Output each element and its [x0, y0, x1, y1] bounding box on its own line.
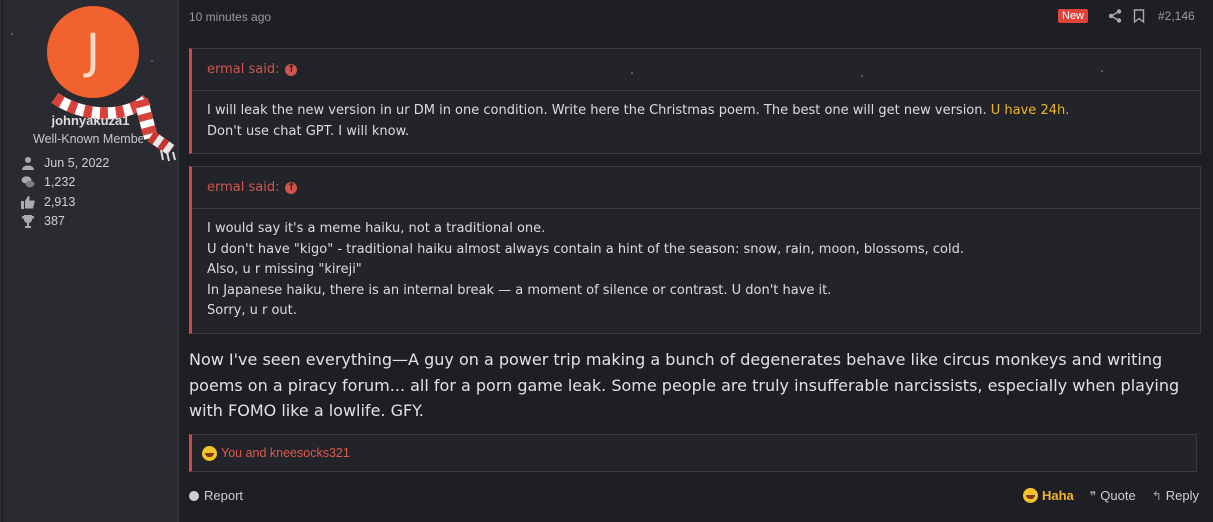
- arrow-up-icon[interactable]: ↑: [285, 181, 298, 194]
- report-icon: [189, 490, 199, 501]
- quote-label: Quote: [1100, 488, 1136, 503]
- reply-label: Reply: [1165, 488, 1199, 503]
- quote-line: In Japanese haiku, there is an internal …: [207, 282, 832, 298]
- quote-header[interactable]: ermal said: ↑: [192, 167, 1200, 209]
- snow-dot: [1101, 70, 1103, 72]
- post-main: 10 minutes ago New #2,146 ermal said: ↑ …: [178, 0, 1213, 522]
- messages-count: 1,232: [44, 175, 76, 189]
- quote-text: I will leak the new version in ur DM in …: [207, 103, 991, 118]
- reply-button[interactable]: ↰ Reply: [1152, 488, 1199, 503]
- stat-joined: Jun 5, 2022: [21, 154, 109, 172]
- quote-body: I will leak the new version in ur DM in …: [192, 91, 1200, 150]
- quote-line: I will leak the new version in ur DM in …: [207, 101, 1185, 122]
- points-count: 387: [44, 214, 65, 228]
- quote-author[interactable]: ermal said:: [207, 180, 279, 195]
- new-badge: New: [1058, 9, 1089, 23]
- haha-label: Haha: [1042, 488, 1074, 503]
- joined-date: Jun 5, 2022: [44, 156, 110, 170]
- report-button[interactable]: Report: [189, 488, 243, 503]
- stat-messages: 1,232: [21, 173, 75, 191]
- share-icon[interactable]: [1108, 9, 1122, 23]
- quote-header[interactable]: ermal said: ↑: [192, 49, 1200, 91]
- quote-block: ermal said: ↑ I would say it's a meme ha…: [189, 166, 1201, 334]
- quote-line: Don't use chat GPT. I will know.: [207, 123, 410, 139]
- laughing-emoji-icon: [202, 445, 217, 461]
- quote-line: Also, u r missing "kireji": [207, 262, 362, 277]
- report-label: Report: [204, 488, 244, 503]
- laughing-emoji-icon: [1023, 488, 1038, 503]
- user-icon: [22, 157, 34, 170]
- post-time[interactable]: 10 minutes ago: [189, 10, 271, 24]
- quote-line: I would say it's a meme haiku, not a tra…: [207, 221, 546, 236]
- quote-highlight: U have 24h.: [990, 103, 1070, 118]
- stat-reactions: 2,913: [21, 193, 75, 211]
- forum-post: J johnyakuza1 Well-Known Member Jun 5, 2…: [0, 0, 1213, 522]
- quote-button[interactable]: ❞ Quote: [1090, 488, 1136, 503]
- quote-icon: ❞: [1089, 488, 1097, 503]
- username[interactable]: johnyakuza1: [3, 113, 178, 128]
- reply-icon: ↰: [1151, 488, 1162, 503]
- user-title: Well-Known Member: [33, 132, 143, 146]
- quote-body: I would say it's a meme haiku, not a tra…: [192, 209, 1200, 330]
- thumbs-up-icon: [21, 196, 35, 209]
- trophy-icon: [22, 215, 34, 228]
- snow-dot: [861, 75, 863, 77]
- reactions-list[interactable]: You and kneesocks321: [221, 446, 350, 460]
- snow-dot: [631, 72, 633, 74]
- haha-button[interactable]: Haha: [1023, 488, 1074, 503]
- post-footer: Report Haha ❞ Quote ↰ Reply: [189, 488, 1199, 508]
- bookmark-icon[interactable]: [1133, 9, 1145, 23]
- reactions-count: 2,913: [44, 195, 76, 209]
- stat-points: 387: [21, 212, 65, 230]
- quote-line: U don't have "kigo" - traditional haiku …: [207, 241, 964, 257]
- snow-dot: [151, 60, 153, 62]
- messages-icon: [21, 176, 35, 188]
- snow-dot: [11, 33, 13, 35]
- reactions-bar[interactable]: You and kneesocks321: [189, 434, 1197, 472]
- user-sidebar: J johnyakuza1 Well-Known Member Jun 5, 2…: [3, 0, 179, 522]
- arrow-up-icon[interactable]: ↑: [285, 63, 298, 76]
- quote-author[interactable]: ermal said:: [207, 62, 279, 77]
- quote-block: ermal said: ↑ I will leak the new versio…: [189, 48, 1201, 154]
- post-actions: Haha ❞ Quote ↰ Reply: [1023, 488, 1199, 503]
- post-number[interactable]: #2,146: [1158, 9, 1195, 23]
- post-message: Now I've seen everything—A guy on a powe…: [189, 350, 1180, 420]
- quote-line: Sorry, u r out.: [207, 303, 297, 318]
